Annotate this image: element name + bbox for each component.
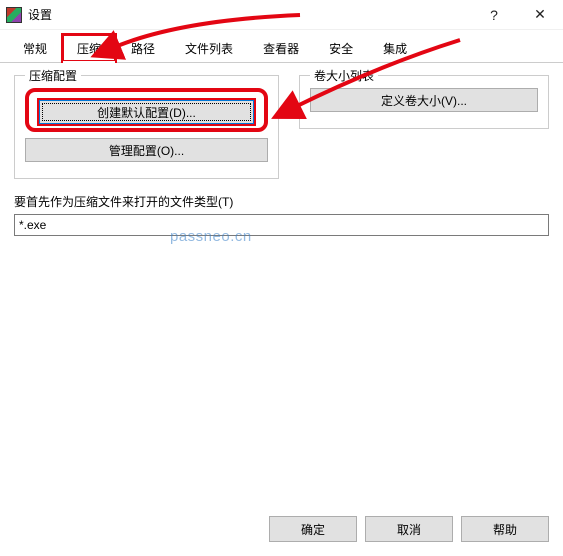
help-button[interactable]: ? (471, 0, 517, 30)
tab-filelist[interactable]: 文件列表 (170, 34, 248, 62)
tab-paths[interactable]: 路径 (116, 34, 170, 62)
tab-security[interactable]: 安全 (314, 34, 368, 62)
tab-page-compression: 压缩配置 创建默认配置(D)... 管理配置(O)... 卷大小列表 定义卷大小… (0, 63, 563, 236)
group-compress-config: 压缩配置 创建默认配置(D)... 管理配置(O)... (14, 75, 279, 179)
group-volume-list-legend: 卷大小列表 (310, 67, 378, 84)
filetype-input[interactable] (14, 214, 549, 236)
group-compress-config-legend: 压缩配置 (25, 67, 81, 84)
ok-button[interactable]: 确定 (269, 516, 357, 542)
tab-integration[interactable]: 集成 (368, 34, 422, 62)
cancel-button[interactable]: 取消 (365, 516, 453, 542)
define-volumes-button[interactable]: 定义卷大小(V)... (310, 88, 538, 112)
tab-viewer[interactable]: 查看器 (248, 34, 314, 62)
tab-compression[interactable]: 压缩 (62, 34, 116, 62)
window-controls: ? ✕ (471, 0, 563, 30)
create-default-config-button[interactable]: 创建默认配置(D)... (39, 100, 254, 124)
window-title: 设置 (28, 6, 52, 23)
highlight-create-default: 创建默认配置(D)... (25, 88, 268, 132)
dialog-buttons: 确定 取消 帮助 (269, 516, 549, 542)
app-icon (6, 7, 22, 23)
group-volume-list: 卷大小列表 定义卷大小(V)... (299, 75, 549, 129)
manage-config-button[interactable]: 管理配置(O)... (25, 138, 268, 162)
tab-strip: 常规 压缩 路径 文件列表 查看器 安全 集成 (0, 30, 563, 63)
tab-general[interactable]: 常规 (8, 34, 62, 62)
help-dialog-button[interactable]: 帮助 (461, 516, 549, 542)
close-button[interactable]: ✕ (517, 0, 563, 30)
filetype-label: 要首先作为压缩文件来打开的文件类型(T) (14, 193, 549, 210)
titlebar: 设置 ? ✕ (0, 0, 563, 30)
